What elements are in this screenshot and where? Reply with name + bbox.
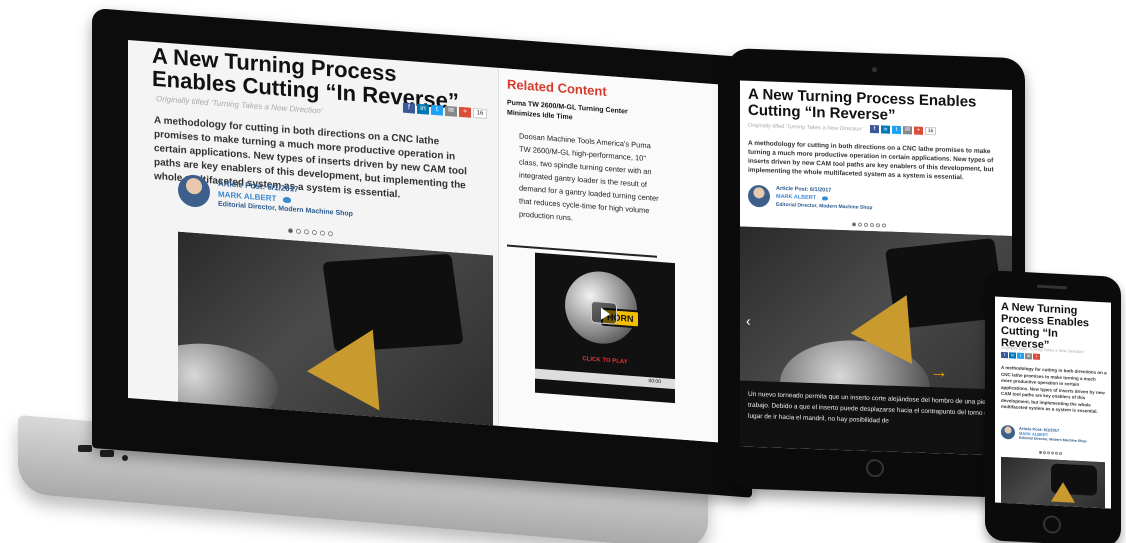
email-icon[interactable]: ✉ xyxy=(445,105,457,117)
carousel-dot[interactable] xyxy=(320,230,325,236)
linkedin-icon[interactable]: in xyxy=(1009,352,1016,359)
carousel-dot[interactable] xyxy=(288,228,293,234)
related-item-title[interactable]: Puma TW 2600/M-GL Turning Center Minimiz… xyxy=(507,98,647,129)
hero-image[interactable] xyxy=(1001,456,1105,509)
carousel-dot[interactable] xyxy=(876,223,880,228)
video-controls[interactable]: 00:00 xyxy=(535,368,675,390)
article-summary: A methodology for cutting in both direct… xyxy=(748,139,994,182)
carousel-dot[interactable] xyxy=(858,222,862,227)
camera-icon xyxy=(872,67,877,73)
carousel-dots xyxy=(852,222,886,228)
twitter-icon[interactable]: t xyxy=(892,125,901,135)
carousel-dot[interactable] xyxy=(1047,451,1050,455)
tablet-screen: A New Turning Process Enables Cutting “I… xyxy=(740,80,1012,456)
related-content-sidebar: Related Content Puma TW 2600/M-GL Turnin… xyxy=(498,67,718,443)
carousel-dot[interactable] xyxy=(1039,450,1042,454)
googleplus-icon[interactable]: + xyxy=(459,106,471,118)
facebook-icon[interactable]: f xyxy=(1001,351,1008,359)
carousel-dot[interactable] xyxy=(870,222,874,228)
tablet-device: A New Turning Process Enables Cutting “I… xyxy=(727,48,1025,499)
turning-tool-image xyxy=(1001,456,1105,509)
speaker-icon xyxy=(1037,284,1067,290)
googleplus-icon[interactable]: + xyxy=(914,126,923,135)
carousel-dot[interactable] xyxy=(296,228,301,235)
author-role: Editorial Director, Modern Machine Shop xyxy=(776,201,873,212)
carousel-dot[interactable] xyxy=(1043,451,1046,455)
author-role: Editorial Director, Modern Machine Shop xyxy=(1019,435,1087,444)
email-icon[interactable]: ✉ xyxy=(1025,353,1032,360)
share-buttons: f in t ✉ + 16 xyxy=(403,102,487,119)
video-time: 00:00 xyxy=(648,378,661,386)
googleplus-icon[interactable]: + xyxy=(1033,353,1040,360)
usb-port-icon xyxy=(78,445,92,452)
click-to-play-label[interactable]: CLICK TO PLAY xyxy=(535,353,675,370)
audio-jack-icon xyxy=(122,455,128,461)
image-caption: Un nuevo torneado permita que un inserto… xyxy=(748,390,1002,425)
carousel-dot[interactable] xyxy=(1059,451,1062,456)
chevron-left-icon[interactable]: ‹ xyxy=(746,313,751,329)
carousel-dot[interactable] xyxy=(312,229,317,236)
carousel-dot[interactable] xyxy=(304,229,309,235)
turning-tool-image xyxy=(178,231,493,426)
carousel-dot[interactable] xyxy=(1055,451,1058,455)
facebook-icon[interactable]: f xyxy=(870,124,879,134)
share-count: 16 xyxy=(473,107,487,119)
author-byline: Article Post: 6/1/2017 MARK ALBERT Edito… xyxy=(1001,424,1107,451)
carousel-dot[interactable] xyxy=(864,222,868,227)
home-button[interactable] xyxy=(1043,515,1061,534)
author-byline: Article Post: 6/1/2017 MARK ALBERT Edito… xyxy=(748,184,968,221)
linkedin-icon[interactable]: in xyxy=(417,103,429,115)
carousel-dot[interactable] xyxy=(1051,451,1054,455)
related-item-body: Doosan Machine Tools America's Puma TW 2… xyxy=(519,131,659,223)
avatar xyxy=(178,173,210,209)
twitter-icon[interactable] xyxy=(821,195,828,201)
laptop-screen: A New Turning Process Enables Cutting “I… xyxy=(128,40,718,443)
avatar xyxy=(748,184,770,208)
share-buttons: f in t ✉ + xyxy=(1001,351,1040,360)
twitter-icon[interactable]: t xyxy=(1017,352,1024,360)
email-icon[interactable]: ✉ xyxy=(903,126,912,135)
share-buttons: f in t ✉ + 16 xyxy=(870,124,936,136)
article-main-column: A New Turning Process Enables Cutting “I… xyxy=(128,40,493,426)
article-title: A New Turning Process Enables Cutting “I… xyxy=(748,85,977,124)
article-subtitle: Originally titled ‘Turning Takes a New D… xyxy=(748,122,863,133)
twitter-icon[interactable] xyxy=(282,196,291,204)
post-date: Article Post: 6/1/2017 xyxy=(776,185,832,194)
hero-image[interactable] xyxy=(178,231,493,426)
home-button[interactable] xyxy=(866,458,884,478)
author-name[interactable]: MARK ALBERT xyxy=(776,194,816,201)
carousel-dot[interactable] xyxy=(882,223,886,228)
twitter-icon[interactable]: t xyxy=(431,104,443,116)
usb-port-icon xyxy=(100,450,114,457)
article-summary: A methodology for cutting in both direct… xyxy=(1001,364,1107,414)
caption-panel: Un nuevo torneado permita que un inserto… xyxy=(740,380,1012,456)
phone-device: A New Turning Process Enables Cutting “I… xyxy=(985,270,1121,543)
related-content-heading: Related Content xyxy=(507,76,607,99)
carousel-dots xyxy=(1039,450,1062,456)
linkedin-icon[interactable]: in xyxy=(881,125,890,134)
carousel-dot[interactable] xyxy=(852,222,856,227)
share-count: 16 xyxy=(925,126,936,136)
facebook-icon[interactable]: f xyxy=(403,102,415,114)
avatar xyxy=(1001,424,1015,440)
arrow-right-icon: → xyxy=(930,361,948,382)
video-player[interactable]: HORN CLICK TO PLAY 00:00 xyxy=(535,252,675,404)
phone-screen: A New Turning Process Enables Cutting “I… xyxy=(995,296,1111,509)
gold-insert xyxy=(1051,481,1075,503)
carousel-dots xyxy=(288,228,333,237)
play-icon[interactable] xyxy=(591,300,617,325)
carousel-dot[interactable] xyxy=(328,231,333,237)
